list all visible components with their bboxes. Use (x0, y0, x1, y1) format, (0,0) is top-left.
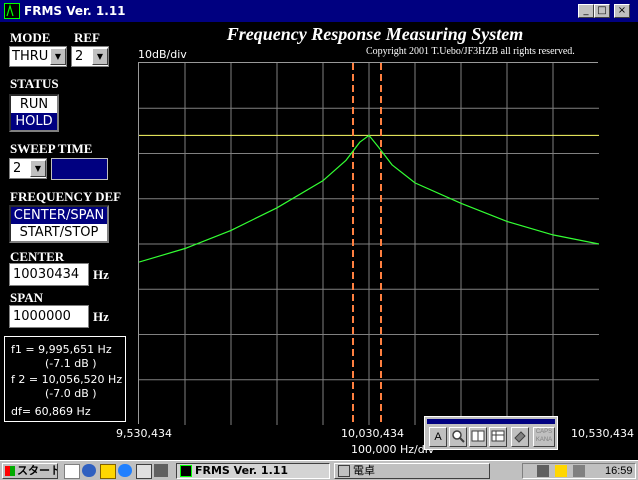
calculator-icon (338, 465, 350, 477)
window-title-bar[interactable]: FRMS Ver. 1.11 _ □ × (0, 0, 638, 22)
minimize-icon: _ (583, 5, 589, 16)
ime-tray-icon[interactable] (537, 465, 549, 477)
internet-explorer-icon[interactable] (118, 464, 132, 477)
app-icon (180, 465, 192, 477)
minimize-button[interactable]: _ (578, 4, 594, 18)
copyright-text: Copyright 2001 T.Uebo/JF3HZB all rights … (366, 46, 575, 57)
channel-icon[interactable] (154, 464, 168, 477)
chevron-down-icon[interactable]: ▼ (92, 48, 108, 65)
center-unit: Hz (93, 267, 109, 282)
mode-label: MODE (10, 30, 51, 45)
browser-icon[interactable] (82, 464, 96, 477)
notification-icon[interactable] (555, 465, 567, 477)
status-option-run[interactable]: RUN (11, 96, 57, 113)
clock[interactable]: 16:59 (605, 465, 633, 477)
ref-value: 2 (75, 49, 84, 64)
span-unit: Hz (93, 309, 109, 324)
book-icon[interactable] (469, 427, 487, 447)
ime-toolbar[interactable]: A CAPS KANA (424, 416, 558, 450)
sweep-time-value: 2 (13, 161, 22, 176)
span-value: 1000000 (13, 309, 71, 324)
chevron-down-icon[interactable]: ▼ (50, 48, 66, 65)
status-option-hold[interactable]: HOLD (11, 113, 57, 130)
span-input[interactable]: 1000000 (9, 305, 89, 328)
app-icon[interactable] (4, 3, 20, 19)
marker-readout: f1 = 9,995,651 Hz (-7.1 dB ) f 2 = 10,05… (4, 336, 126, 422)
freq-def-option-start-stop[interactable]: START/STOP (11, 224, 107, 241)
freq-end-label: 10,530,434 (571, 427, 634, 440)
ref-label: REF (74, 30, 100, 45)
caps-kana-indicator[interactable]: CAPS KANA (533, 427, 555, 447)
maximize-button[interactable]: □ (594, 4, 610, 18)
windows-logo-icon (5, 466, 15, 476)
desktop-icon[interactable] (64, 464, 80, 479)
freq-def-option-center-span[interactable]: CENTER/SPAN (11, 207, 107, 224)
close-icon: × (617, 5, 627, 16)
frequency-def-label: FREQUENCY DEF (10, 189, 122, 204)
window-title: FRMS Ver. 1.11 (24, 4, 126, 18)
maximize-icon: □ (597, 5, 607, 16)
span-label: SPAN (10, 290, 43, 305)
frequency-def-listbox[interactable]: CENTER/SPAN START/STOP (9, 205, 109, 243)
mode-value: THRU (12, 49, 49, 64)
task-calculator-label: 電卓 (353, 464, 375, 477)
ime-toolbar-titlebar[interactable] (427, 419, 555, 424)
task-frms[interactable]: FRMS Ver. 1.11 (176, 463, 330, 479)
task-calculator[interactable]: 電卓 (334, 463, 490, 479)
y-scale-label: 10dB/div (138, 48, 187, 61)
df-readout: df= 60,869 Hz (11, 405, 91, 418)
close-button[interactable]: × (614, 4, 630, 18)
freq-start-label: 9,530,434 (116, 427, 172, 440)
eraser-icon[interactable] (511, 427, 529, 447)
ref-select[interactable]: 2 ▼ (71, 46, 109, 67)
center-input[interactable]: 10030434 (9, 263, 89, 286)
table-icon[interactable] (489, 427, 507, 447)
status-label: STATUS (10, 76, 59, 91)
response-plot-svg (138, 63, 600, 425)
f2-readout: f 2 = 10,056,520 Hz (11, 373, 123, 386)
volume-icon[interactable] (573, 465, 585, 477)
status-listbox[interactable]: RUN HOLD (9, 94, 59, 132)
taskbar: スタート FRMS Ver. 1.11 電卓 16:59 (0, 460, 638, 480)
center-value: 10030434 (13, 267, 80, 282)
system-tray: 16:59 (522, 463, 636, 479)
magnifier-icon[interactable] (449, 427, 467, 447)
response-plot[interactable] (138, 62, 600, 425)
f1-readout: f1 = 9,995,651 Hz (11, 343, 112, 356)
f2-db-readout: (-7.0 dB ) (45, 387, 97, 400)
ime-mode-button[interactable]: A (429, 427, 447, 447)
start-button[interactable]: スタート (2, 463, 58, 479)
sweep-time-select[interactable]: 2 ▼ (9, 158, 47, 179)
freq-center-label: 10,030,434 (341, 427, 404, 440)
x-scale-label: 100,000 Hz/div (351, 443, 435, 456)
f1-db-readout: (-7.1 dB ) (45, 357, 97, 370)
app-title: Frequency Response Measuring System (226, 24, 524, 44)
mode-select[interactable]: THRU ▼ (9, 46, 67, 67)
task-frms-label: FRMS Ver. 1.11 (195, 464, 289, 477)
chevron-down-icon[interactable]: ▼ (30, 160, 46, 177)
explorer-icon[interactable] (136, 464, 152, 479)
mail-icon[interactable] (100, 464, 116, 479)
start-label: スタート (17, 464, 58, 477)
sweep-time-label: SWEEP TIME (10, 141, 93, 156)
sweep-progress-indicator (51, 158, 108, 180)
